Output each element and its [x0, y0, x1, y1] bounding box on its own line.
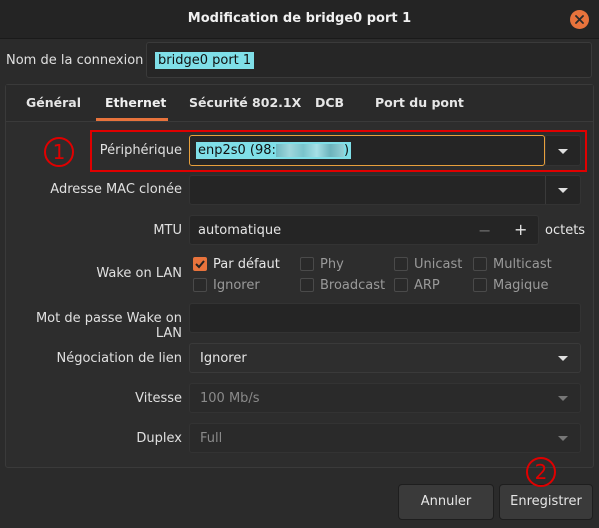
mtu-decrement-button[interactable]: −	[478, 221, 491, 240]
wol-default-label: Par défaut	[213, 257, 280, 272]
wol-arp-checkbox[interactable]	[394, 278, 408, 292]
connection-name-input[interactable]: bridge0 port 1	[146, 42, 592, 78]
cloned-mac-label: Adresse MAC clonée	[50, 182, 182, 197]
wol-unicast-label: Unicast	[414, 257, 463, 272]
combo-divider	[545, 176, 546, 204]
speed-select[interactable]: 100 Mb/s	[189, 383, 581, 413]
chevron-down-icon	[558, 188, 568, 193]
active-tab-indicator	[96, 118, 168, 121]
close-button[interactable]	[570, 10, 589, 29]
wol-magic-label: Magique	[493, 278, 549, 293]
wol-password-label: Mot de passe Wake on LAN	[35, 311, 182, 341]
wol-magic-checkbox[interactable]	[473, 278, 487, 292]
negotiation-label: Négociation de lien	[56, 351, 182, 366]
title-bar: Modification de bridge0 port 1	[0, 0, 599, 39]
wol-ignore-checkbox[interactable]	[193, 278, 207, 292]
wol-broadcast-checkbox[interactable]	[300, 278, 314, 292]
negotiation-value: Ignorer	[200, 351, 247, 366]
annotation-badge-2: 2	[526, 457, 556, 487]
mtu-label: MTU	[153, 223, 182, 238]
cancel-button[interactable]: Annuler	[398, 484, 494, 520]
close-icon	[575, 15, 584, 24]
chevron-down-icon	[558, 356, 568, 361]
duplex-value: Full	[200, 431, 223, 446]
wol-multicast-checkbox[interactable]	[473, 257, 487, 271]
wol-broadcast-label: Broadcast	[320, 278, 386, 293]
mtu-spinbutton[interactable]: automatique − +	[189, 215, 539, 245]
wol-multicast-label: Multicast	[493, 257, 552, 272]
window-title: Modification de bridge0 port 1	[187, 11, 412, 26]
negotiation-select[interactable]: Ignorer	[189, 343, 581, 373]
tab-general[interactable]: Général	[26, 95, 81, 110]
connection-name-label: Nom de la connexion	[6, 53, 144, 68]
tab-security-8021x[interactable]: Sécurité 802.1X	[189, 95, 301, 110]
speed-value: 100 Mb/s	[200, 391, 260, 406]
wol-phy-label: Phy	[320, 257, 344, 272]
wol-ignore-label: Ignorer	[213, 278, 260, 293]
chevron-down-icon	[558, 396, 568, 401]
tab-dcb[interactable]: DCB	[315, 95, 344, 110]
annotation-badge-1: 1	[44, 137, 74, 167]
save-button[interactable]: Enregistrer	[499, 484, 593, 520]
duplex-label: Duplex	[136, 431, 182, 446]
speed-label: Vitesse	[135, 391, 182, 406]
mtu-value: automatique	[198, 223, 282, 238]
tab-bar: Général Ethernet Sécurité 802.1X DCB Por…	[6, 85, 593, 122]
tab-bridge-port[interactable]: Port du pont	[375, 95, 464, 110]
wol-arp-label: ARP	[414, 278, 440, 293]
mtu-unit: octets	[545, 223, 586, 238]
tab-ethernet[interactable]: Ethernet	[105, 95, 166, 110]
annotation-box-device	[90, 130, 587, 172]
chevron-down-icon	[558, 436, 568, 441]
connection-name-value: bridge0 port 1	[155, 52, 255, 69]
cloned-mac-combo[interactable]	[189, 175, 581, 205]
wol-unicast-checkbox[interactable]	[394, 257, 408, 271]
check-icon	[195, 260, 205, 269]
wol-password-input[interactable]	[189, 303, 581, 333]
mtu-increment-button[interactable]: +	[514, 220, 527, 239]
duplex-select[interactable]: Full	[189, 423, 581, 453]
wol-phy-checkbox[interactable]	[300, 257, 314, 271]
wol-default-checkbox[interactable]	[193, 257, 207, 271]
wol-label: Wake on LAN	[96, 266, 182, 281]
